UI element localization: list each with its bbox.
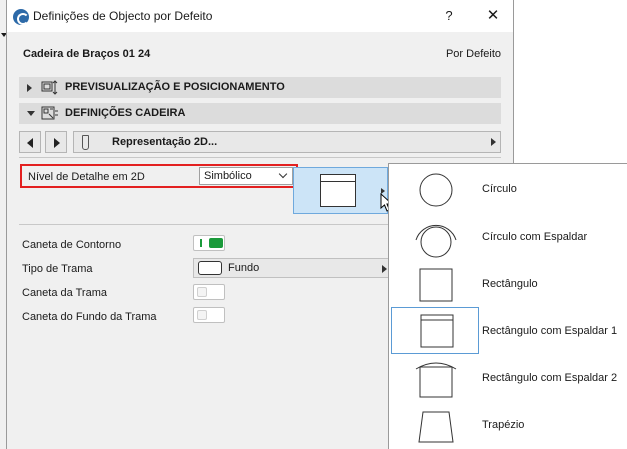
shape-option-rectangle[interactable] <box>391 261 479 308</box>
shape-option-label: Rectângulo com Espaldar 2 <box>482 372 618 384</box>
pen-icon <box>82 135 89 150</box>
trapezoid-shape-icon <box>418 411 454 443</box>
section-label: PREVISUALIZAÇÃO E POSICIONAMENTO <box>65 81 285 93</box>
app-logo-icon <box>13 9 29 25</box>
fill-type-selector[interactable]: Fundo <box>193 258 391 278</box>
contour-pen-label: Caneta de Contorno <box>22 239 122 251</box>
representation-2d-selector[interactable]: Representação 2D... <box>73 131 501 153</box>
representation-label: Representação 2D... <box>112 136 218 148</box>
expand-arrow-icon <box>27 84 32 92</box>
fill-background-pen-toggle[interactable] <box>193 307 225 323</box>
fill-type-label: Tipo de Trama <box>22 263 93 275</box>
contour-pen-toggle[interactable] <box>193 235 225 251</box>
symbol-shape-button[interactable] <box>293 167 388 214</box>
fill-type-value: Fundo <box>228 262 260 274</box>
previous-page-button[interactable] <box>19 131 41 153</box>
shape-option-rectangle-backrest-2[interactable] <box>391 355 479 402</box>
arrow-right-icon <box>54 138 60 148</box>
help-button[interactable]: ? <box>439 6 459 26</box>
circle-backrest-shape-icon <box>415 224 457 258</box>
divider <box>19 157 501 158</box>
section-chair-settings[interactable]: DEFINIÇÕES CADEIRA <box>19 103 501 124</box>
shape-option-label: Círculo <box>482 183 517 195</box>
section-preview-positioning[interactable]: PREVISUALIZAÇÃO E POSICIONAMENTO <box>19 77 501 98</box>
close-button[interactable]: ✕ <box>481 6 505 26</box>
toggle-knob <box>209 238 223 248</box>
shape-options-popup: Círculo Círculo com Espaldar Rectângulo … <box>388 163 627 449</box>
shape-option-label: Círculo com Espaldar <box>482 231 588 243</box>
next-page-button[interactable] <box>45 131 67 153</box>
shape-option-label: Rectângulo com Espaldar 1 <box>482 325 618 337</box>
shape-option-label: Rectângulo <box>482 278 538 290</box>
shape-option-trapezoid[interactable] <box>391 402 479 449</box>
chevron-down-icon <box>278 169 288 179</box>
rectangle-backrest-2-shape-icon <box>415 362 457 398</box>
toggle-bar-icon <box>200 239 202 247</box>
circle-shape-icon <box>419 173 453 207</box>
collapse-arrow-icon <box>27 111 35 116</box>
shape-option-label: Trapézio <box>482 419 525 431</box>
detail-level-label: Nível de Detalhe em 2D <box>28 171 145 183</box>
detail-level-value: Simbólico <box>204 170 252 182</box>
section-label: DEFINIÇÕES CADEIRA <box>65 107 186 119</box>
arrow-left-icon <box>27 138 33 148</box>
shape-option-circle-backrest[interactable] <box>391 214 479 261</box>
submenu-arrow-icon <box>382 265 387 273</box>
shape-option-circle[interactable] <box>391 166 479 213</box>
rectangle-shape-icon <box>419 268 453 302</box>
default-label: Por Defeito <box>445 48 501 60</box>
rectangle-backrest-preview-icon <box>320 174 356 207</box>
shape-option-rectangle-backrest-1[interactable] <box>391 307 479 354</box>
divider <box>19 224 389 225</box>
rectangle-backrest-1-shape-icon <box>420 314 454 348</box>
fill-pen-toggle[interactable] <box>193 284 225 300</box>
fill-pen-label: Caneta da Trama <box>22 287 107 299</box>
representation-navigator: Representação 2D... <box>19 131 501 153</box>
detail-level-row: Nível de Detalhe em 2D Simbólico <box>20 164 298 188</box>
fill-background-pen-label: Caneta do Fundo da Trama <box>22 311 157 323</box>
title-bar: Definições de Objecto por Defeito ? ✕ <box>7 0 513 32</box>
fill-swatch-icon <box>198 261 222 275</box>
window-title: Definições de Objecto por Defeito <box>33 9 213 23</box>
detail-level-select[interactable]: Simbólico <box>199 167 293 185</box>
chair-settings-icon <box>41 106 58 120</box>
toggle-knob <box>197 310 207 320</box>
preview-position-icon <box>41 80 58 95</box>
object-name: Cadeira de Braços 01 24 <box>23 48 151 60</box>
toggle-knob <box>197 287 207 297</box>
submenu-arrow-icon <box>491 138 496 146</box>
